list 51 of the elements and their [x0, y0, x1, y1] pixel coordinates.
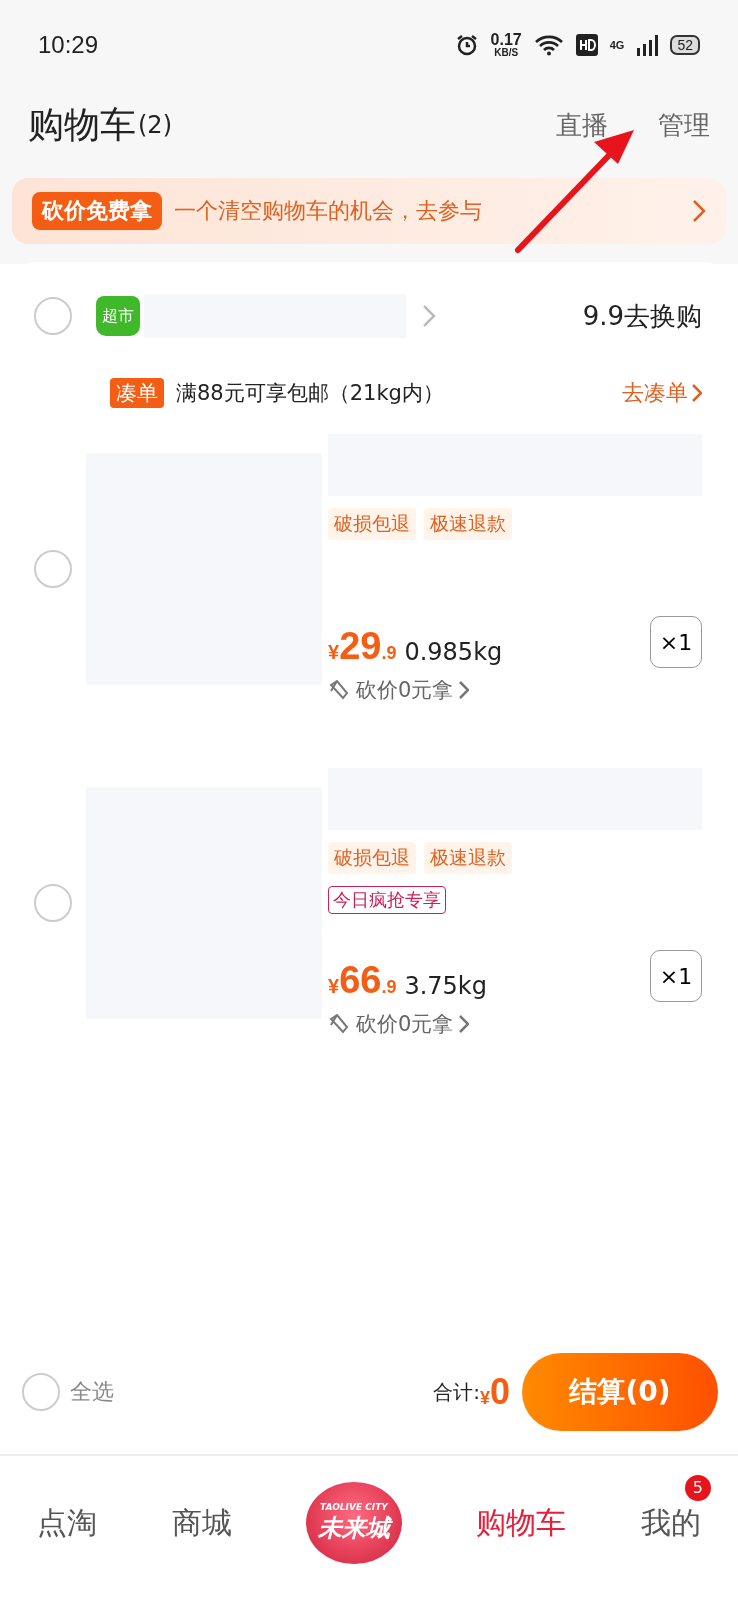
quantity-button[interactable]: ×1: [650, 616, 702, 668]
item-count: (2): [138, 111, 173, 139]
knife-icon: [328, 679, 350, 701]
wifi-icon: [533, 34, 564, 56]
supermarket-badge: 超市: [96, 296, 140, 336]
total-label: 合计:: [433, 1378, 480, 1406]
price: ¥66.9: [328, 959, 397, 1002]
bundle-tag: 凑单: [110, 378, 164, 408]
bargain-link[interactable]: 砍价0元拿: [328, 1010, 702, 1038]
nav-tab[interactable]: 购物车: [476, 1502, 567, 1544]
exchange-link[interactable]: 9.9去换购: [582, 298, 702, 334]
header-action[interactable]: 直播: [556, 107, 608, 143]
page-title: 购物车: [28, 102, 136, 147]
service-tag: 破损包退: [328, 842, 416, 874]
knife-icon: [328, 1013, 350, 1035]
promo-tag: 今日疯抢专享: [328, 886, 446, 914]
price: ¥29.9: [328, 625, 397, 668]
checkbox[interactable]: [34, 884, 72, 922]
network-speed: 0.17 KB/S: [490, 32, 522, 58]
nav-tab[interactable]: 点淘: [37, 1502, 98, 1544]
promo-label: 砍价免费拿: [32, 192, 162, 230]
service-tag: 破损包退: [328, 508, 416, 540]
checkbox[interactable]: [34, 297, 72, 335]
nav-tab[interactable]: 商城: [171, 1502, 232, 1544]
chevron-icon: [422, 304, 436, 328]
notification-badge: 5: [684, 1474, 711, 1501]
chevron-icon: [692, 384, 702, 402]
weight: 0.985kg: [404, 638, 503, 668]
hd-icon: [575, 34, 598, 56]
promo-text: 一个清空购物车的机会，去参与: [174, 197, 483, 225]
service-tag: 极速退款: [424, 508, 512, 540]
quantity-button[interactable]: ×1: [650, 950, 702, 1002]
total-amount: ¥0: [479, 1371, 510, 1413]
city-logo[interactable]: TAOLIVE CITY 未来城: [305, 1482, 402, 1564]
bargain-link[interactable]: 砍价0元拿: [328, 676, 702, 704]
bundle-link[interactable]: 去凑单: [622, 378, 702, 408]
promo-banner[interactable]: 砍价免费拿 一个清空购物车的机会，去参与: [12, 178, 726, 244]
chevron-icon: [692, 199, 706, 223]
checkbox[interactable]: [22, 1373, 60, 1411]
chevron-icon: [459, 681, 470, 699]
service-tag: 极速退款: [424, 842, 512, 874]
shipping-text: 满88元可享包邮（21kg内）: [176, 380, 444, 407]
select-all-label[interactable]: 全选: [70, 1377, 434, 1407]
battery-level: 52: [670, 35, 700, 55]
signal-icon: [636, 34, 659, 56]
network-type: 4G: [609, 39, 625, 51]
chevron-icon: [459, 1015, 470, 1033]
checkbox[interactable]: [34, 550, 72, 588]
weight: 3.75kg: [404, 972, 487, 1002]
header-action[interactable]: 管理: [658, 107, 710, 143]
status-time: 10:29: [38, 31, 100, 59]
